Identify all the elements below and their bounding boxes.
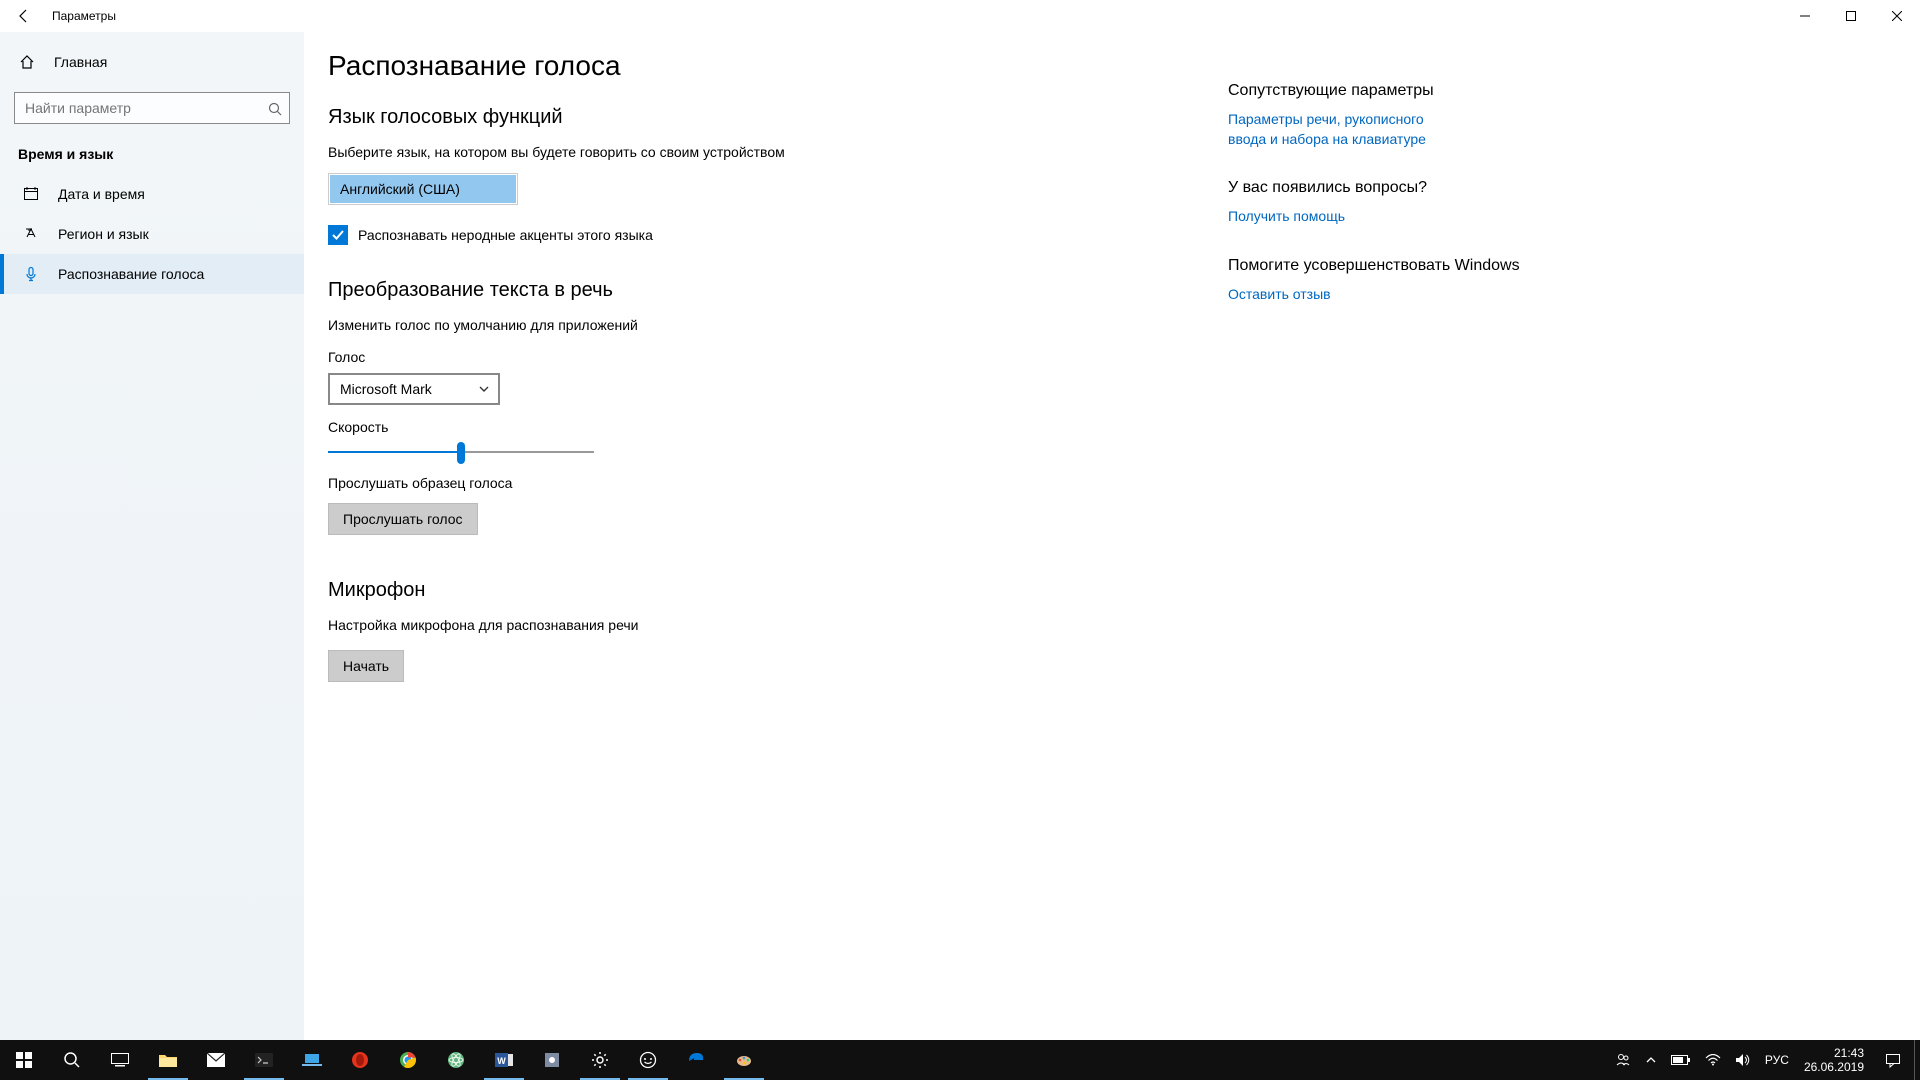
lang-description: Выберите язык, на котором вы будете гово…	[328, 143, 808, 163]
taskbar-clock[interactable]: 21:43 26.06.2019	[1796, 1040, 1872, 1080]
system-tray: РУС	[1604, 1040, 1796, 1080]
maximize-button[interactable]	[1828, 0, 1874, 32]
taskbar-app-explorer[interactable]	[144, 1040, 192, 1080]
taskbar-search-button[interactable]	[48, 1040, 96, 1080]
microphone-icon	[22, 266, 40, 282]
minimize-button[interactable]	[1782, 0, 1828, 32]
home-button[interactable]: Главная	[0, 42, 304, 82]
taskbar-app-word[interactable]: W	[480, 1040, 528, 1080]
window-title: Параметры	[52, 9, 116, 23]
sidebar-item-label: Регион и язык	[58, 226, 149, 242]
mic-description: Настройка микрофона для распознавания ре…	[328, 616, 808, 636]
home-label: Главная	[54, 54, 107, 70]
speed-slider[interactable]	[328, 451, 594, 453]
taskbar-app-skype[interactable]	[624, 1040, 672, 1080]
clock-time: 21:43	[1834, 1046, 1864, 1060]
sidebar-item-label: Дата и время	[58, 186, 145, 202]
input-language-indicator[interactable]: РУС	[1762, 1053, 1792, 1067]
search-input[interactable]	[14, 92, 290, 124]
calendar-icon	[22, 186, 40, 202]
titlebar: Параметры	[0, 0, 1920, 32]
taskbar-app-laptop[interactable]	[288, 1040, 336, 1080]
sidebar: Главная Время и язык Дата и время Регио	[0, 32, 304, 1040]
taskbar-app-terminal[interactable]	[240, 1040, 288, 1080]
get-help-link[interactable]: Получить помощь	[1228, 207, 1448, 227]
sidebar-item-date-time[interactable]: Дата и время	[0, 174, 304, 214]
taskbar-app-settings[interactable]	[576, 1040, 624, 1080]
home-icon	[18, 54, 36, 70]
preview-voice-button[interactable]: Прослушать голос	[328, 503, 478, 535]
taskbar-app-edge[interactable]	[672, 1040, 720, 1080]
start-button[interactable]	[0, 1040, 48, 1080]
aside-related-header: Сопутствующие параметры	[1228, 82, 1880, 100]
people-icon[interactable]	[1612, 1052, 1634, 1068]
taskbar-app-opera[interactable]	[336, 1040, 384, 1080]
taskbar: W РУС 21:43 26.06.2019	[0, 1040, 1920, 1080]
taskbar-app-generic[interactable]	[528, 1040, 576, 1080]
language-dropdown[interactable]: Английский (США)	[330, 175, 516, 203]
voice-dropdown[interactable]: Microsoft Mark	[328, 373, 500, 405]
sample-label: Прослушать образец голоса	[328, 475, 1188, 491]
accent-checkbox[interactable]	[328, 225, 348, 245]
lang-section-header: Язык голосовых функций	[328, 106, 1188, 129]
related-settings-link[interactable]: Параметры речи, рукописного ввода и набо…	[1228, 110, 1448, 149]
show-desktop-button[interactable]	[1914, 1040, 1920, 1080]
action-center-button[interactable]	[1872, 1040, 1914, 1080]
slider-fill	[328, 451, 461, 453]
close-button[interactable]	[1874, 0, 1920, 32]
content-area: Распознавание голоса Язык голосовых функ…	[328, 50, 1188, 1040]
taskbar-app-atom[interactable]	[432, 1040, 480, 1080]
mic-setup-button[interactable]: Начать	[328, 650, 404, 682]
taskbar-app-chrome[interactable]	[384, 1040, 432, 1080]
tts-description: Изменить голос по умолчанию для приложен…	[328, 316, 808, 336]
taskbar-app-paint[interactable]	[720, 1040, 768, 1080]
taskbar-app-mail[interactable]	[192, 1040, 240, 1080]
language-icon	[22, 226, 40, 242]
speed-field-label: Скорость	[328, 419, 1188, 435]
tray-chevron-icon[interactable]	[1642, 1054, 1660, 1066]
voice-dropdown-value: Microsoft Mark	[340, 381, 432, 397]
voice-field-label: Голос	[328, 349, 1188, 365]
back-button[interactable]	[0, 0, 48, 32]
page-title: Распознавание голоса	[328, 50, 1188, 82]
svg-text:W: W	[497, 1056, 506, 1066]
tts-section-header: Преобразование текста в речь	[328, 279, 1188, 302]
feedback-link[interactable]: Оставить отзыв	[1228, 285, 1448, 305]
sidebar-item-speech[interactable]: Распознавание голоса	[0, 254, 304, 294]
accent-checkbox-label: Распознавать неродные акценты этого язык…	[358, 227, 653, 243]
sidebar-item-label: Распознавание голоса	[58, 266, 204, 282]
mic-section-header: Микрофон	[328, 579, 1188, 602]
wifi-icon[interactable]	[1702, 1054, 1724, 1066]
aside-panel: Сопутствующие параметры Параметры речи, …	[1228, 50, 1880, 1040]
sidebar-item-region-language[interactable]: Регион и язык	[0, 214, 304, 254]
clock-date: 26.06.2019	[1804, 1060, 1864, 1074]
volume-icon[interactable]	[1732, 1053, 1754, 1067]
chevron-down-icon	[478, 383, 490, 395]
aside-questions-header: У вас появились вопросы?	[1228, 179, 1880, 197]
aside-improve-header: Помогите усовершенствовать Windows	[1228, 257, 1880, 275]
task-view-button[interactable]	[96, 1040, 144, 1080]
battery-icon[interactable]	[1668, 1054, 1694, 1066]
slider-thumb[interactable]	[457, 442, 465, 464]
sidebar-section-title: Время и язык	[0, 136, 304, 174]
